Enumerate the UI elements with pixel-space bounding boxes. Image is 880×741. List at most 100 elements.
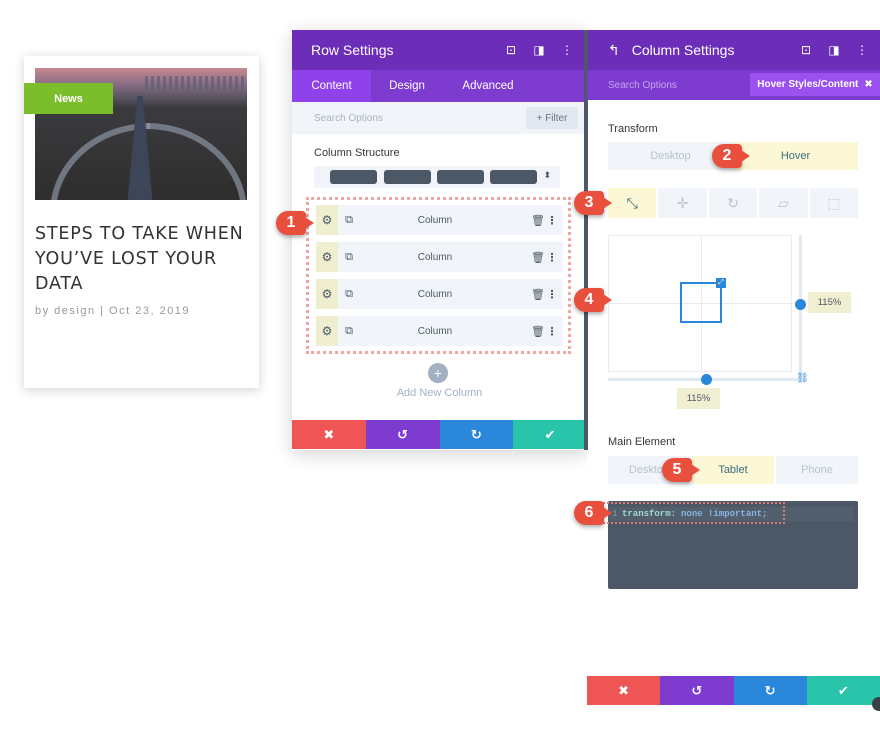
scale-x-slider[interactable] bbox=[608, 374, 798, 385]
column-action-bar: ✖ ↺ ↻ ✔ bbox=[587, 676, 880, 705]
search-placeholder: Search Options bbox=[608, 79, 677, 91]
road-ramp-right bbox=[147, 123, 247, 200]
tab-content[interactable]: Content bbox=[292, 70, 371, 102]
close-icon[interactable]: ✖ bbox=[864, 79, 872, 90]
gear-icon[interactable]: ⚙ bbox=[316, 242, 338, 272]
panel-title: Row Settings bbox=[311, 42, 394, 58]
code-highlight bbox=[599, 502, 785, 524]
add-column-label[interactable]: Add New Column bbox=[292, 387, 587, 399]
skew-icon[interactable]: ▱ bbox=[759, 188, 808, 218]
filter-button[interactable]: + Filter bbox=[526, 107, 578, 129]
callout-6: 6 bbox=[574, 501, 612, 525]
column-row[interactable]: ⚙ ⧉ Column 🗑 ⋮ bbox=[316, 316, 563, 346]
cancel-button[interactable]: ✖ bbox=[587, 676, 661, 705]
column-structure-block bbox=[330, 170, 377, 184]
trash-icon[interactable]: 🗑 bbox=[531, 251, 545, 264]
duplicate-icon[interactable]: ⧉ bbox=[341, 214, 357, 227]
more-vertical-icon[interactable]: ⋮ bbox=[553, 43, 581, 57]
focus-icon[interactable]: ⊡ bbox=[497, 43, 525, 57]
mode-hover[interactable]: Hover bbox=[733, 142, 858, 170]
trash-icon[interactable]: 🗑 bbox=[531, 214, 545, 227]
callout-4: 4 bbox=[574, 288, 612, 312]
gear-icon[interactable]: ⚙ bbox=[316, 205, 338, 235]
column-label: Column bbox=[417, 214, 453, 226]
focus-icon[interactable]: ⊡ bbox=[792, 43, 820, 57]
post-meta: by design | Oct 23, 2019 bbox=[35, 305, 191, 317]
more-vertical-icon[interactable]: ⋮ bbox=[545, 288, 559, 301]
device-switch: Desktop Tablet Phone bbox=[608, 456, 858, 484]
link-icon[interactable]: ⛓ bbox=[796, 373, 809, 384]
row-action-bar: ✖ ↺ ↻ ✔ bbox=[292, 420, 587, 449]
gear-icon[interactable]: ⚙ bbox=[316, 316, 338, 346]
scale-preview: ⤢ bbox=[608, 235, 792, 372]
origin-icon[interactable]: ⬚ bbox=[809, 188, 859, 218]
slider-knob[interactable] bbox=[701, 374, 712, 385]
translate-icon[interactable]: ✛ bbox=[658, 188, 707, 218]
callout-5: 5 bbox=[662, 458, 700, 482]
more-vertical-icon[interactable]: ⋮ bbox=[545, 251, 559, 264]
category-tag[interactable]: News bbox=[24, 83, 113, 114]
more-vertical-icon[interactable]: ⋮ bbox=[545, 325, 559, 338]
scale-square[interactable]: ⤢ bbox=[680, 278, 726, 323]
trash-icon[interactable]: 🗑 bbox=[531, 288, 545, 301]
device-tablet[interactable]: Tablet bbox=[692, 456, 774, 484]
callout-2: 2 bbox=[712, 144, 750, 168]
redo-button[interactable]: ↻ bbox=[439, 420, 514, 449]
device-phone[interactable]: Phone bbox=[776, 456, 858, 484]
skyline-graphic bbox=[145, 76, 245, 90]
duplicate-icon[interactable]: ⧉ bbox=[341, 325, 357, 338]
panel-title: Column Settings bbox=[631, 42, 735, 58]
hover-pill-label: Hover Styles/Content bbox=[757, 79, 859, 90]
hover-styles-pill[interactable]: Hover Styles/Content ✖ bbox=[750, 73, 880, 96]
save-button[interactable]: ✔ bbox=[806, 676, 880, 705]
column-row[interactable]: ⚙ ⧉ Column 🗑 ⋮ bbox=[316, 242, 563, 272]
resize-handle-icon[interactable]: ⤢ bbox=[716, 278, 726, 288]
search-options-input[interactable]: Search Options Hover Styles/Content ✖ bbox=[587, 70, 880, 100]
column-settings-header[interactable]: ↰ Column Settings ⊡ ◨ ⋮ bbox=[587, 30, 880, 70]
more-vertical-icon[interactable]: ⋮ bbox=[545, 214, 559, 227]
post-title[interactable]: STEPS TO TAKE WHEN YOU’VE LOST YOUR DATA bbox=[35, 222, 250, 297]
slider-knob[interactable] bbox=[795, 299, 806, 310]
scale-y-slider[interactable] bbox=[795, 235, 806, 375]
back-arrow-icon[interactable]: ↰ bbox=[608, 42, 620, 59]
column-structure-block bbox=[384, 170, 431, 184]
duplicate-icon[interactable]: ⧉ bbox=[341, 288, 357, 301]
cancel-button[interactable]: ✖ bbox=[292, 420, 366, 449]
column-row[interactable]: ⚙ ⧉ Column 🗑 ⋮ bbox=[316, 205, 563, 235]
transform-tool-tabs: ⤡ ✛ ↻ ▱ ⬚ bbox=[608, 188, 859, 218]
scale-x-value[interactable]: 115% bbox=[677, 388, 720, 409]
save-button[interactable]: ✔ bbox=[513, 420, 587, 449]
tab-advanced[interactable]: Advanced bbox=[443, 70, 533, 102]
undo-button[interactable]: ↺ bbox=[660, 676, 734, 705]
column-structure-block bbox=[437, 170, 484, 184]
row-settings-header[interactable]: Row Settings ⊡ ◨ ⋮ bbox=[292, 30, 587, 70]
column-settings-panel: ↰ Column Settings ⊡ ◨ ⋮ Search Options H… bbox=[584, 30, 880, 710]
undo-button[interactable]: ↺ bbox=[365, 420, 440, 449]
scale-icon[interactable]: ⤡ bbox=[608, 188, 657, 218]
transform-label: Transform bbox=[608, 123, 658, 135]
column-label: Column bbox=[417, 251, 453, 263]
blog-post-card[interactable]: News STEPS TO TAKE WHEN YOU’VE LOST YOUR… bbox=[24, 56, 259, 388]
tab-design[interactable]: Design bbox=[371, 70, 443, 102]
column-label: Column bbox=[417, 288, 453, 300]
row-settings-panel: Row Settings ⊡ ◨ ⋮ Content Design Advanc… bbox=[292, 30, 587, 450]
column-structure-select[interactable]: ⬍ bbox=[314, 166, 560, 188]
trash-icon[interactable]: 🗑 bbox=[531, 325, 545, 338]
column-structure-block bbox=[490, 170, 537, 184]
scale-y-value[interactable]: 115% bbox=[808, 292, 851, 313]
search-options-input[interactable]: Search Options + Filter bbox=[292, 102, 587, 134]
redo-button[interactable]: ↻ bbox=[733, 676, 807, 705]
duplicate-icon[interactable]: ⧉ bbox=[341, 251, 357, 264]
search-placeholder: Search Options bbox=[314, 112, 383, 124]
callout-1: 1 bbox=[276, 211, 314, 235]
gear-icon[interactable]: ⚙ bbox=[316, 279, 338, 309]
sidebar-toggle-icon[interactable]: ◨ bbox=[525, 43, 553, 57]
rotate-icon[interactable]: ↻ bbox=[708, 188, 758, 218]
more-vertical-icon[interactable]: ⋮ bbox=[848, 43, 876, 57]
callout-3: 3 bbox=[574, 191, 612, 215]
settings-badge-icon[interactable] bbox=[872, 697, 880, 711]
sidebar-toggle-icon[interactable]: ◨ bbox=[820, 43, 848, 57]
main-element-label: Main Element bbox=[608, 436, 676, 448]
add-column-button[interactable]: + bbox=[428, 363, 448, 383]
column-row[interactable]: ⚙ ⧉ Column 🗑 ⋮ bbox=[316, 279, 563, 309]
